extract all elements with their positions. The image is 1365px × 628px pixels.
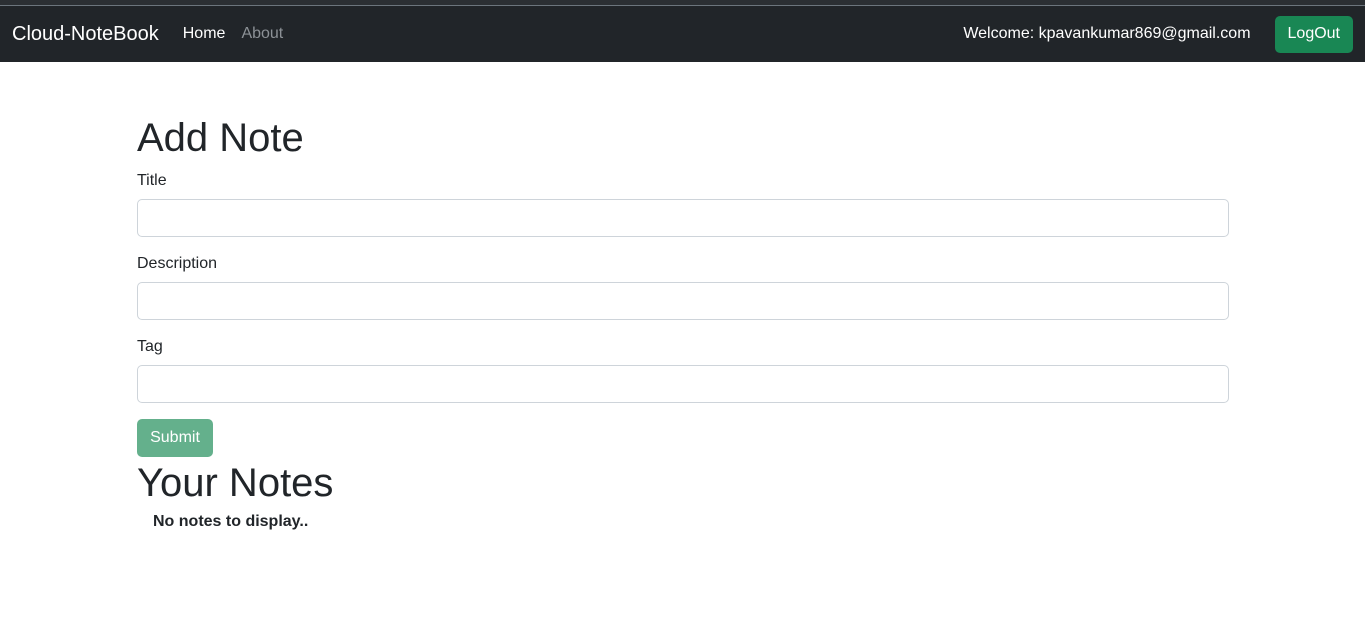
empty-notes-message: No notes to display..: [153, 513, 309, 530]
navbar: Cloud-NoteBook Home About Welcome: kpava…: [0, 6, 1365, 62]
title-input[interactable]: [137, 199, 1229, 237]
tag-input[interactable]: [137, 365, 1229, 403]
add-note-form: Title Description Tag Submit: [137, 172, 1229, 457]
brand-link[interactable]: Cloud-NoteBook: [12, 23, 159, 46]
description-input[interactable]: [137, 282, 1229, 320]
submit-button[interactable]: Submit: [137, 419, 213, 457]
nav-link-home[interactable]: Home: [183, 25, 226, 43]
title-label: Title: [137, 172, 167, 189]
your-notes-heading: Your Notes: [137, 461, 334, 505]
logout-button[interactable]: LogOut: [1274, 15, 1353, 53]
main-container: Add Note Title Description Tag Submit Yo…: [137, 62, 1229, 531]
add-note-heading: Add Note: [137, 116, 304, 160]
welcome-text: Welcome: kpavankumar869@gmail.com: [963, 25, 1251, 42]
description-label: Description: [137, 255, 218, 272]
nav-link-about[interactable]: About: [241, 25, 283, 43]
tag-label: Tag: [137, 338, 163, 355]
